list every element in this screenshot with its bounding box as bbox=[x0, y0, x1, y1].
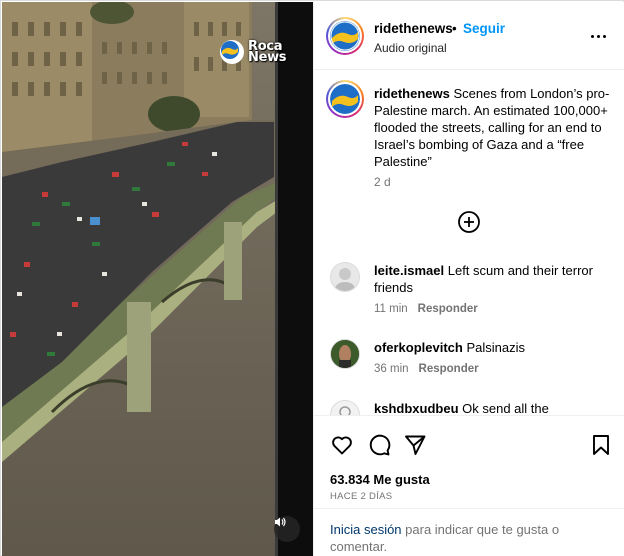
post-date[interactable]: HACE 2 DÍAS bbox=[330, 491, 392, 502]
commenter-username[interactable]: kshdbxudbeu bbox=[374, 401, 459, 415]
comment-body: oferkoplevitch Palsinazis bbox=[374, 339, 604, 356]
video-frame bbox=[2, 2, 313, 556]
follow-button[interactable]: Seguir bbox=[463, 21, 505, 36]
post-modal: Roca News ridethenews • Seguir Audio ori… bbox=[0, 0, 624, 556]
post-caption: ridethenews Scenes from London’s pro-Pal… bbox=[374, 85, 614, 170]
roca-news-watermark: Roca News bbox=[220, 39, 287, 65]
reply-button[interactable]: Responder bbox=[418, 303, 478, 315]
audio-subtitle[interactable]: Audio original bbox=[374, 41, 447, 55]
login-link[interactable]: Inicia sesión bbox=[330, 522, 402, 537]
comment-body: leite.ismael Left scum and their terror … bbox=[374, 262, 604, 296]
author-username[interactable]: ridethenews bbox=[374, 21, 453, 36]
speaker-icon bbox=[275, 517, 286, 527]
comment-time[interactable]: 11 min bbox=[374, 303, 408, 315]
caption-username[interactable]: ridethenews bbox=[374, 86, 450, 101]
comments-list[interactable]: leite.ismael Left scum and their terror … bbox=[314, 242, 624, 415]
commenter-username[interactable]: leite.ismael bbox=[374, 263, 444, 278]
caption-author-avatar[interactable] bbox=[326, 80, 364, 118]
commenter-avatar[interactable] bbox=[330, 339, 360, 369]
plus-circle-icon[interactable] bbox=[457, 210, 481, 234]
comment-meta: 11 min Responder bbox=[374, 303, 478, 315]
more-options-icon[interactable] bbox=[586, 24, 610, 48]
comment-time[interactable]: 36 min bbox=[374, 363, 409, 375]
likes-count[interactable]: 63.834 Me gusta bbox=[330, 472, 430, 487]
commenter-username[interactable]: oferkoplevitch bbox=[374, 340, 463, 355]
login-prompt: Inicia sesión para indicar que te gusta … bbox=[314, 508, 624, 556]
watermark-text: Roca News bbox=[248, 39, 287, 65]
ridethenews-logo bbox=[330, 84, 360, 114]
login-text: Inicia sesión para indicar que te gusta … bbox=[330, 521, 610, 555]
post-video[interactable]: Roca News bbox=[2, 2, 313, 556]
post-actions: 63.834 Me gusta HACE 2 DÍAS Inicia sesió… bbox=[314, 415, 624, 556]
author-avatar[interactable] bbox=[326, 17, 364, 55]
commenter-avatar[interactable] bbox=[330, 262, 360, 292]
reply-button[interactable]: Responder bbox=[419, 363, 479, 375]
comment-text: Palsinazis bbox=[466, 340, 526, 355]
separator-dot: • bbox=[452, 21, 457, 36]
comment-meta: 36 min Responder bbox=[374, 363, 479, 375]
roca-news-logo bbox=[220, 40, 244, 64]
post-header: ridethenews • Seguir Audio original bbox=[314, 2, 624, 70]
ridethenews-logo bbox=[330, 21, 360, 51]
comment-body: kshdbxudbeu Ok send all the palestine bbox=[374, 400, 604, 415]
comment-icon[interactable] bbox=[367, 433, 391, 457]
commenter-avatar[interactable] bbox=[330, 400, 360, 415]
audio-toggle-button[interactable] bbox=[274, 516, 300, 542]
caption-timestamp[interactable]: 2 d bbox=[374, 175, 391, 189]
bookmark-icon[interactable] bbox=[589, 433, 613, 457]
send-icon[interactable] bbox=[403, 433, 427, 457]
heart-icon[interactable] bbox=[330, 433, 354, 457]
post-sidebar: ridethenews • Seguir Audio original ride… bbox=[313, 2, 624, 556]
